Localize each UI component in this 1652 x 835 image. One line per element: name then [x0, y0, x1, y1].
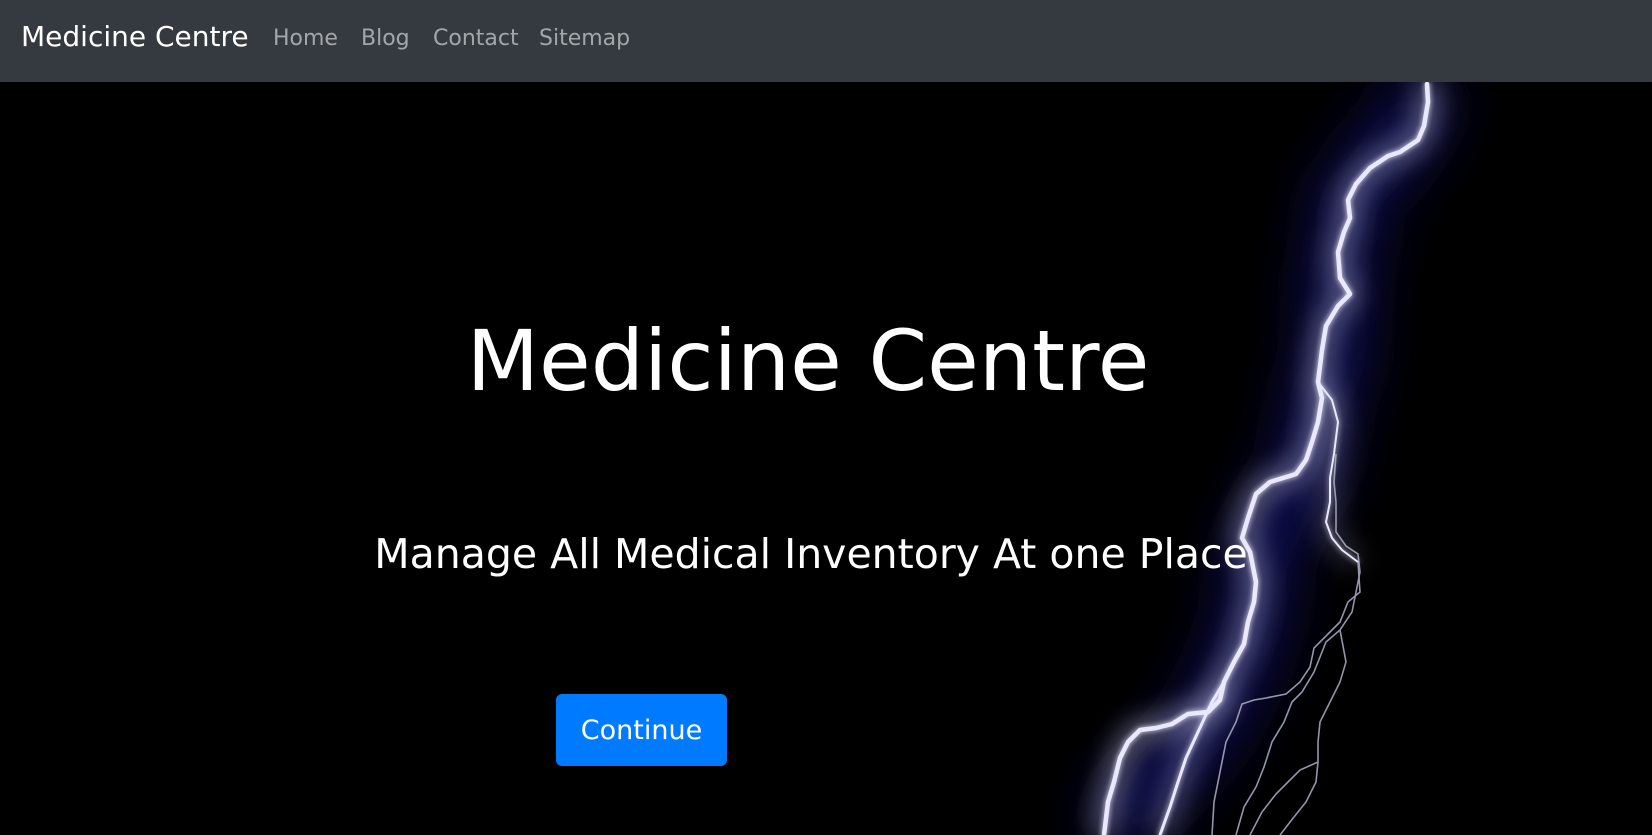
hero-subtitle: Manage All Medical Inventory At one Plac…: [374, 530, 1248, 578]
hero-title: Medicine Centre: [466, 312, 1150, 410]
nav-link-contact[interactable]: Contact: [433, 26, 519, 51]
lightning-bolt-image: [1085, 82, 1458, 835]
nav-link-sitemap[interactable]: Sitemap: [539, 26, 630, 51]
nav-link-home[interactable]: Home: [273, 26, 338, 51]
navbar-brand[interactable]: Medicine Centre: [21, 20, 249, 53]
navbar: Medicine Centre Home Blog Contact Sitema…: [0, 0, 1652, 82]
hero-section: Medicine Centre Manage All Medical Inven…: [0, 82, 1652, 835]
continue-button[interactable]: Continue: [556, 694, 727, 766]
nav-link-blog[interactable]: Blog: [361, 26, 410, 51]
